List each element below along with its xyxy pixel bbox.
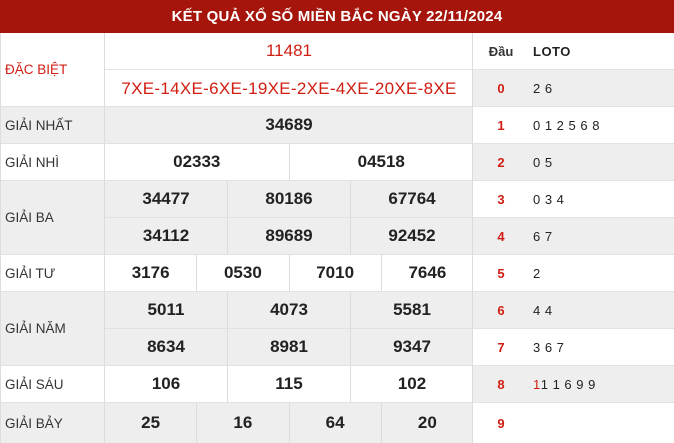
loto-row: 9 xyxy=(473,403,674,443)
loto-values: 6 7 xyxy=(533,228,553,244)
loto-dau: 8 xyxy=(497,376,505,392)
second-prize-number: 02333 xyxy=(105,144,290,180)
sixth-prize-number: 102 xyxy=(397,374,427,393)
row-sixth-prize: GIẢI SÁU 106 115 102 xyxy=(1,366,473,403)
sixth-prize-number: 106 xyxy=(105,366,228,402)
loto-dau: 0 xyxy=(497,80,505,96)
row-fourth-prize: GIẢI TƯ 3176 0530 7010 7646 xyxy=(1,255,473,292)
loto-row: 8 1 1 1 6 9 9 xyxy=(473,366,674,403)
special-prize-label: ĐẶC BIỆT xyxy=(1,33,105,106)
loto-row: 0 2 6 xyxy=(473,70,674,107)
loto-dau: 9 xyxy=(497,415,505,431)
row-special-prize: ĐẶC BIỆT 11481 7XE-14XE-6XE-19XE-2XE-4XE… xyxy=(1,33,473,107)
seventh-prize-number: 25 xyxy=(105,403,198,443)
fourth-prize-number: 3176 xyxy=(105,255,198,291)
fourth-prize-label: GIẢI TƯ xyxy=(1,255,105,291)
special-prize-codes: 7XE-14XE-6XE-19XE-2XE-4XE-20XE-8XE xyxy=(121,78,457,98)
fourth-prize-number: 0530 xyxy=(197,255,290,291)
first-prize-label: GIẢI NHẤT xyxy=(1,107,105,143)
loto-values: 2 6 xyxy=(533,80,553,96)
loto-header: Đầu LOTO xyxy=(473,33,674,70)
loto-row: 3 0 3 4 xyxy=(473,181,674,218)
third-prize-number: 89689 xyxy=(228,218,351,254)
loto-dau: 5 xyxy=(497,265,505,281)
first-prize-number: 34689 xyxy=(265,115,313,134)
special-prize-number: 11481 xyxy=(265,41,312,60)
third-prize-number: 80186 xyxy=(228,181,351,217)
loto-values: 3 6 7 xyxy=(533,339,565,355)
loto-table: Đầu LOTO 0 2 6 1 0 1 2 5 6 8 2 0 5 3 0 3… xyxy=(472,33,674,443)
loto-row: 4 6 7 xyxy=(473,218,674,255)
loto-values: 0 5 xyxy=(533,154,553,170)
loto-dau: 7 xyxy=(497,339,505,355)
loto-values: 4 4 xyxy=(533,302,553,318)
third-prize-number: 34477 xyxy=(105,181,228,217)
third-prize-number: 34112 xyxy=(105,218,228,254)
seventh-prize-number: 20 xyxy=(417,413,437,432)
fifth-prize-number: 5011 xyxy=(105,292,228,328)
sixth-prize-number: 115 xyxy=(228,366,351,402)
loto-row: 7 3 6 7 xyxy=(473,329,674,366)
loto-values: 1 1 6 9 9 xyxy=(540,376,596,392)
loto-row: 2 0 5 xyxy=(473,144,674,181)
loto-dau: 3 xyxy=(497,191,505,207)
fourth-prize-number: 7646 xyxy=(408,263,447,282)
loto-values: 0 1 2 5 6 8 xyxy=(533,117,600,133)
loto-highlight: 1 xyxy=(533,376,541,392)
fifth-prize-number: 5581 xyxy=(393,300,431,319)
loto-values: 2 xyxy=(533,265,541,281)
loto-head-dau: Đầu xyxy=(488,43,514,59)
third-prize-number: 67764 xyxy=(388,189,436,208)
second-prize-label: GIẢI NHÌ xyxy=(1,144,105,180)
loto-row: 1 0 1 2 5 6 8 xyxy=(473,107,674,144)
loto-dau: 2 xyxy=(497,154,505,170)
sixth-prize-label: GIẢI SÁU xyxy=(1,366,105,402)
seventh-prize-number: 64 xyxy=(290,403,382,443)
seventh-prize-label: GIẢI BẢY xyxy=(1,403,105,443)
fifth-prize-number: 8634 xyxy=(105,329,228,365)
row-seventh-prize: GIẢI BẢY 25 16 64 20 xyxy=(1,403,473,443)
fourth-prize-number: 7010 xyxy=(290,255,382,291)
loto-dau: 1 xyxy=(497,117,505,133)
fifth-prize-label: GIẢI NĂM xyxy=(1,292,105,365)
row-first-prize: GIẢI NHẤT 34689 xyxy=(1,107,473,144)
seventh-prize-number: 16 xyxy=(197,403,290,443)
third-prize-number: 92452 xyxy=(388,226,436,245)
row-third-prize: GIẢI BA 34477 80186 67764 34112 89689 92… xyxy=(1,181,473,255)
loto-row: 6 4 4 xyxy=(473,292,674,329)
third-prize-label: GIẢI BA xyxy=(1,181,105,254)
fifth-prize-number: 9347 xyxy=(393,337,431,356)
loto-dau: 6 xyxy=(497,302,505,318)
page-title: KẾT QUẢ XỔ SỐ MIỀN BẮC NGÀY 22/11/2024 xyxy=(0,0,674,33)
row-second-prize: GIẢI NHÌ 02333 04518 xyxy=(1,144,473,181)
fifth-prize-number: 4073 xyxy=(228,292,351,328)
second-prize-number: 04518 xyxy=(357,152,405,171)
loto-head-loto: LOTO xyxy=(533,43,571,59)
fifth-prize-number: 8981 xyxy=(228,329,351,365)
row-fifth-prize: GIẢI NĂM 5011 4073 5581 8634 8981 9347 xyxy=(1,292,473,366)
results-table: ĐẶC BIỆT 11481 7XE-14XE-6XE-19XE-2XE-4XE… xyxy=(0,33,473,443)
loto-row: 5 2 xyxy=(473,255,674,292)
loto-values: 0 3 4 xyxy=(533,191,565,207)
loto-dau: 4 xyxy=(497,228,505,244)
